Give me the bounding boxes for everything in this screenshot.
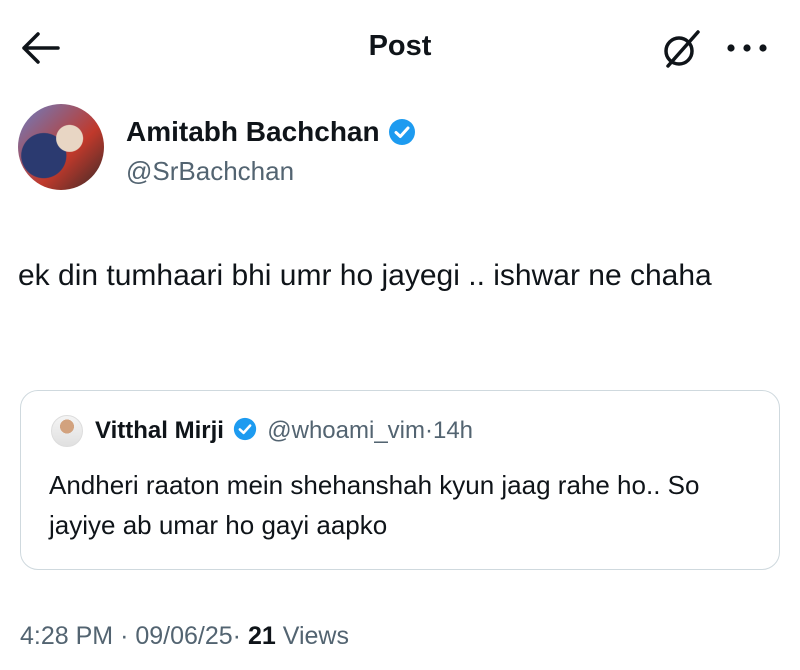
post-date[interactable]: 09/06/25 [135,622,232,650]
author-handle[interactable]: @SrBachchan [126,156,294,187]
quoted-age: 14h [432,417,474,444]
post-text: ek din tumhaari bhi umr ho jayegi .. ish… [18,259,712,292]
grok-icon [664,30,700,68]
verified-badge-icon [233,417,256,441]
more-button[interactable] [722,28,772,68]
quoted-post-text: Andheri raaton mein shehanshah kyun jaag… [49,470,700,540]
grok-button[interactable] [660,28,702,70]
author-avatar[interactable] [18,104,104,190]
quoted-separator: · [424,417,433,444]
views-label: Views [282,622,349,650]
post-footer: 4:28 PM · 09/06/25· 21 Views [20,622,349,651]
quoted-author-avatar [51,415,83,447]
footer-separator: · [232,622,241,650]
quoted-post-header: Vitthal Mirji @whoami_vim·14h [95,417,473,445]
views-count: 21 [247,622,276,650]
quoted-author-name: Vitthal Mirji [95,417,224,444]
top-bar: Post [0,0,800,92]
post-time[interactable]: 4:28 PM [20,622,113,650]
verified-badge-icon [389,119,415,145]
footer-separator: · [120,622,129,650]
quoted-post[interactable]: Vitthal Mirji @whoami_vim·14h Andheri ra… [20,390,780,570]
more-icon [727,44,767,52]
author-name[interactable]: Amitabh Bachchan [126,116,380,148]
quoted-author-handle: @whoami_vim [267,417,425,444]
